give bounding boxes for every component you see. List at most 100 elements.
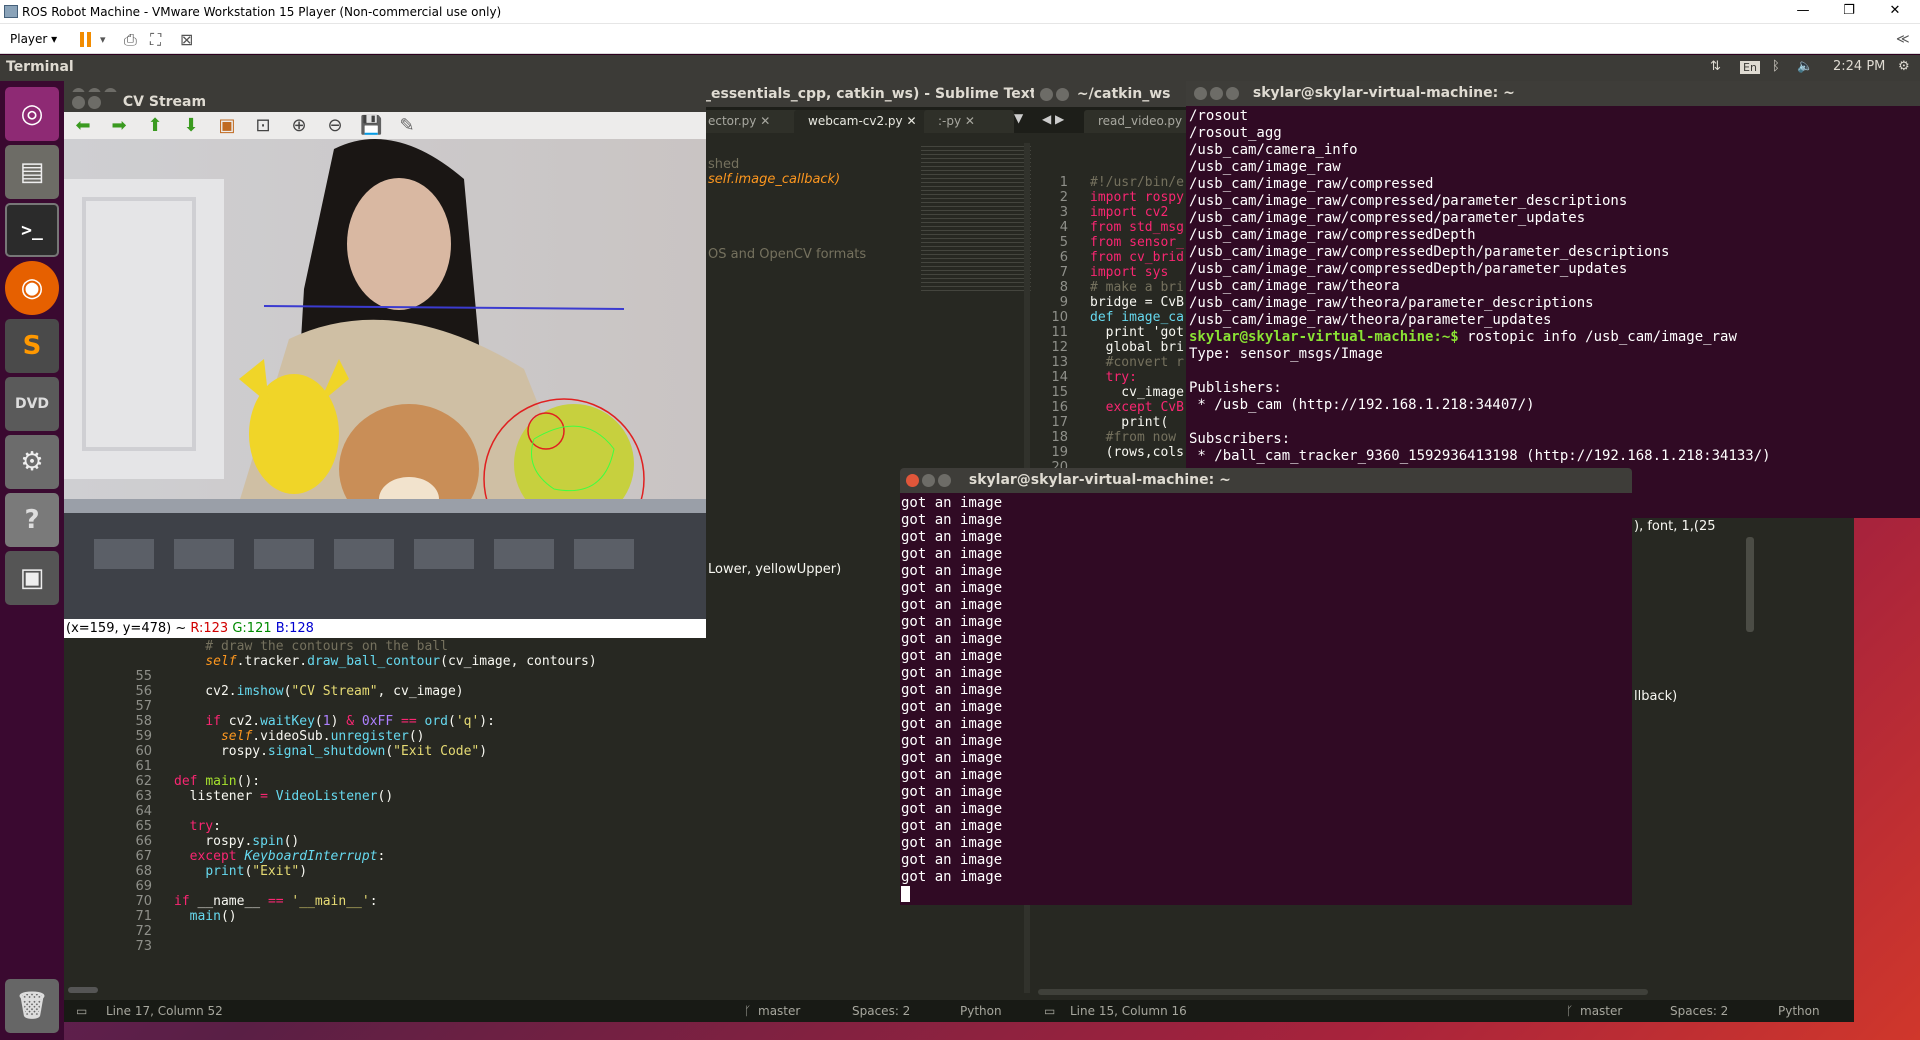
output-line: Type: sensor_msgs/Image: [1189, 346, 1383, 362]
zoom-fit-icon[interactable]: ⊡: [252, 116, 274, 136]
save-disk-icon[interactable]: ▣: [5, 551, 59, 605]
output-line: got an image: [901, 665, 1003, 681]
syntax-language[interactable]: Python: [960, 1000, 1002, 1022]
ubuntu-launcher: ◎ ▤ >_ ◉ S DVD ⚙ ? ▣ 🗑: [0, 81, 64, 1040]
tab-label: webcam-cv2.py: [808, 114, 903, 128]
horizontal-scrollbar[interactable]: [1038, 989, 1648, 995]
code-fragment: llback): [1634, 689, 1678, 704]
player-menu-button[interactable]: Player ▾: [10, 32, 57, 46]
horizontal-scrollbar[interactable]: [68, 987, 98, 993]
code-editor-right[interactable]: #!/usr/bin/e import rospy import cv2 from s…: [1090, 145, 1184, 490]
cursor-position: Line 17, Column 52: [106, 1004, 223, 1018]
minimap[interactable]: [921, 143, 1031, 293]
network-icon[interactable]: ⇅: [1710, 59, 1721, 74]
terminal-mid-title: skylar@skylar-virtual-machine: ~: [968, 472, 1231, 488]
reset-zoom-icon[interactable]: ▣: [216, 116, 238, 136]
tab-label: ector.py: [708, 114, 757, 128]
files-icon[interactable]: ▤: [5, 145, 59, 199]
output-line: got an image: [901, 784, 1003, 800]
output-line: got an image: [901, 580, 1003, 596]
cv-stream-title: CV Stream: [122, 94, 207, 110]
indentation[interactable]: Spaces: 2: [852, 1000, 910, 1022]
syntax-language[interactable]: Python: [1778, 1000, 1820, 1022]
clock[interactable]: 2:24 PM: [1833, 59, 1885, 74]
cursor-position: Line 15, Column 16: [1070, 1004, 1187, 1018]
sublime-right-title: ~/catkin_ws: [1076, 86, 1171, 102]
pan-right-icon[interactable]: ➡: [108, 116, 130, 136]
pan-down-icon[interactable]: ⬇: [180, 116, 202, 136]
pan-left-icon[interactable]: ⬅: [72, 116, 94, 136]
unity-mode-icon[interactable]: ⊠: [180, 30, 193, 49]
git-branch[interactable]: master: [758, 1000, 800, 1022]
terminal-mid[interactable]: got an image got an image got an image got …: [900, 493, 1632, 905]
save-image-icon[interactable]: 💾: [360, 116, 382, 136]
output-line: got an image: [901, 733, 1003, 749]
cv-toolbar: ⬅ ➡ ⬆ ⬇ ▣ ⊡ ⊕ ⊖ 💾 ✎: [64, 112, 706, 139]
output-line: got an image: [901, 750, 1003, 766]
zoom-out-icon[interactable]: ⊖: [324, 116, 346, 136]
trash-icon[interactable]: 🗑: [5, 979, 59, 1033]
power-gear-icon[interactable]: ⚙: [1898, 59, 1910, 74]
command-line: skylar@skylar-virtual-machine:~$ rostopi…: [1189, 329, 1917, 346]
minimize-button[interactable]: —: [1780, 0, 1826, 24]
terminal-cursor: [901, 886, 910, 902]
system-settings-icon[interactable]: ⚙: [5, 435, 59, 489]
output-line: got an image: [901, 835, 1003, 851]
panel-toggle-icon[interactable]: ▭: [1044, 1000, 1055, 1022]
pause-icon[interactable]: [78, 24, 94, 54]
bluetooth-icon[interactable]: ᛒ: [1772, 59, 1780, 74]
window-controls[interactable]: [906, 472, 954, 488]
sublime-right-statusbar: ▭ Line 15, Column 16 ᚴ master Spaces: 2 …: [1034, 1000, 1854, 1022]
line-number-gutter: 55 56 57 58 59 60 61 62 63 64 65 66 67 68 69 70 71 72 73: [135, 669, 152, 954]
terminal-icon[interactable]: >_: [5, 203, 59, 257]
window-controls[interactable]: [72, 94, 104, 110]
tab-py[interactable]: :-py ✕: [924, 110, 1014, 133]
close-tab-icon[interactable]: ✕: [906, 114, 916, 128]
pan-up-icon[interactable]: ⬆: [144, 116, 166, 136]
terminal-top[interactable]: /rosout/rosout_agg/usb_cam/camera_info/u…: [1186, 106, 1920, 518]
window-controls[interactable]: [1194, 85, 1242, 101]
camera-frame-image[interactable]: [64, 139, 706, 619]
output-line: got an image: [901, 801, 1003, 817]
green-value: G:121: [232, 621, 272, 636]
close-tab-icon[interactable]: ✕: [760, 114, 770, 128]
output-line: got an image: [901, 546, 1003, 562]
close-tab-icon[interactable]: ✕: [965, 114, 975, 128]
sublime-left-title: _essentials_cpp, catkin_ws) - Sublime Te…: [704, 86, 1034, 102]
sublime-text-icon[interactable]: S: [5, 319, 59, 373]
pause-dropdown-icon[interactable]: ▾: [100, 33, 106, 46]
ubuntu-top-panel: Terminal ⇅ En ᛒ 🔈 2:24 PM ⚙: [0, 55, 1920, 81]
sublime-left-statusbar: ▭ Line 17, Column 52 ᚴ master Spaces: 2 …: [64, 1000, 1034, 1022]
output-line: Subscribers:: [1189, 431, 1291, 447]
active-app-name: Terminal: [6, 59, 74, 75]
red-value: R:123: [190, 621, 229, 636]
keyboard-layout-indicator[interactable]: En: [1740, 61, 1760, 74]
firefox-icon[interactable]: ◉: [5, 261, 59, 315]
tab-list-dropdown-icon[interactable]: ▼: [1014, 111, 1023, 125]
collapse-toolbar-icon[interactable]: ≪: [1896, 32, 1910, 47]
help-icon[interactable]: ?: [5, 493, 59, 547]
close-button[interactable]: ✕: [1872, 0, 1918, 24]
zoom-in-icon[interactable]: ⊕: [288, 116, 310, 136]
send-ctrl-alt-del-icon[interactable]: ⎙: [124, 30, 137, 50]
panel-toggle-icon[interactable]: ▭: [76, 1000, 87, 1022]
code-fragment: Lower, yellowUpper): [708, 562, 842, 577]
vertical-scrollbar[interactable]: [1746, 537, 1754, 632]
vmware-window-title: ROS Robot Machine - VMware Workstation 1…: [22, 5, 502, 19]
indentation[interactable]: Spaces: 2: [1670, 1000, 1728, 1022]
tab-nav-arrows-icon[interactable]: ◀ ▶: [1042, 112, 1064, 126]
volume-icon[interactable]: 🔈: [1797, 59, 1813, 74]
output-line: /usb_cam/image_raw: [1189, 159, 1341, 175]
git-branch[interactable]: master: [1580, 1000, 1622, 1022]
cv-stream-window[interactable]: CV Stream ⬅ ➡ ⬆ ⬇ ▣ ⊡ ⊕ ⊖ 💾 ✎ (x=159, y=…: [64, 92, 706, 638]
output-line: /usb_cam/image_raw/compressedDepth: [1189, 227, 1476, 243]
properties-icon[interactable]: ✎: [396, 116, 418, 136]
window-controls[interactable]: [1040, 86, 1072, 102]
ubuntu-dash-icon[interactable]: ◎: [5, 87, 59, 141]
fullscreen-icon[interactable]: ⛶: [150, 30, 161, 50]
dvd-icon[interactable]: DVD: [5, 377, 59, 431]
terminal-top-title: skylar@skylar-virtual-machine: ~: [1252, 85, 1515, 101]
output-line: /usb_cam/image_raw/compressed/parameter_…: [1189, 210, 1586, 226]
code-editor-left[interactable]: # draw the contours on the ball self.tra…: [174, 639, 597, 924]
restore-button[interactable]: ❐: [1826, 0, 1872, 24]
